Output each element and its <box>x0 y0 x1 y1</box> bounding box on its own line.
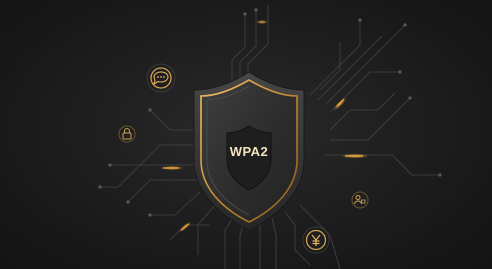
user-lock-icon <box>351 191 369 209</box>
chat-bubble-icon <box>146 63 176 93</box>
shield-label: WPA2 <box>229 144 269 159</box>
circuit-background <box>98 5 442 269</box>
hero-illustration: WPA2 <box>0 0 492 269</box>
padlock-icon <box>118 125 136 143</box>
yen-coin-icon <box>302 226 330 254</box>
